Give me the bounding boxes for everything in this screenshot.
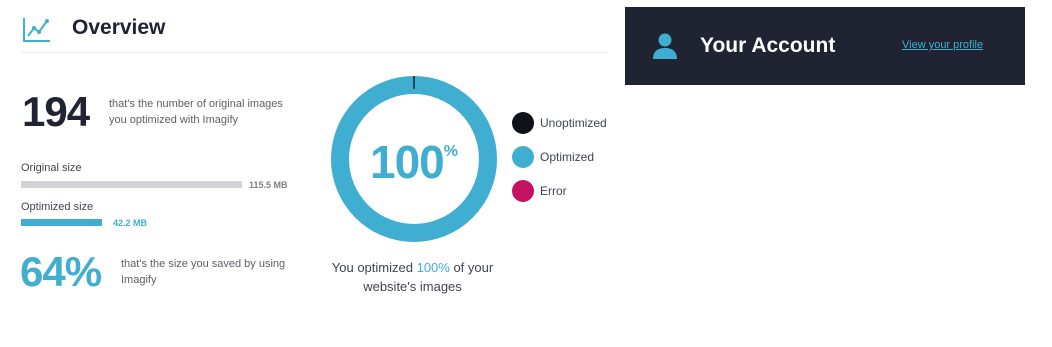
user-icon bbox=[652, 32, 678, 60]
account-panel: Your Account View your profile bbox=[625, 7, 1025, 85]
donut-unit: % bbox=[443, 143, 458, 160]
overview-header: Overview bbox=[22, 12, 608, 53]
images-count: 194 bbox=[22, 88, 90, 135]
optimized-size-bar-fill bbox=[21, 219, 102, 226]
overview-panel: Overview 194 that's the number of origin… bbox=[0, 0, 610, 347]
legend-label-error: Error bbox=[540, 184, 567, 198]
original-size-label: Original size bbox=[21, 162, 82, 174]
saved-description: that's the size you saved by using Imagi… bbox=[121, 258, 286, 286]
images-count-description: that's the number of original images you… bbox=[109, 98, 283, 126]
optimized-size-value: 42.2 MB bbox=[113, 218, 148, 228]
legend-label-optimized: Optimized bbox=[540, 150, 595, 164]
overview-title: Overview bbox=[72, 16, 166, 39]
original-size-bar-fill bbox=[21, 181, 242, 188]
chart-line-icon bbox=[22, 14, 52, 44]
legend-dot-unoptimized bbox=[512, 112, 534, 134]
donut-caption: You optimized 100% of your website's ima… bbox=[320, 258, 505, 296]
legend-dot-error bbox=[512, 180, 534, 202]
legend-label-unoptimized: Unoptimized bbox=[540, 116, 607, 130]
donut-center-label: 100% bbox=[330, 135, 498, 189]
original-size-value: 115.5 MB bbox=[249, 180, 288, 190]
account-title: Your Account bbox=[700, 34, 836, 57]
donut-caption-start: You optimized bbox=[331, 260, 417, 275]
optimized-size-label: Optimized size bbox=[21, 201, 94, 213]
original-size-bar bbox=[21, 181, 242, 188]
view-profile-link[interactable]: View your profile bbox=[902, 39, 983, 51]
donut-value: 100 bbox=[370, 136, 445, 188]
donut-caption-highlight: 100% bbox=[416, 260, 450, 275]
legend-dot-optimized bbox=[512, 146, 534, 168]
saved-percent: 64% bbox=[20, 248, 102, 295]
